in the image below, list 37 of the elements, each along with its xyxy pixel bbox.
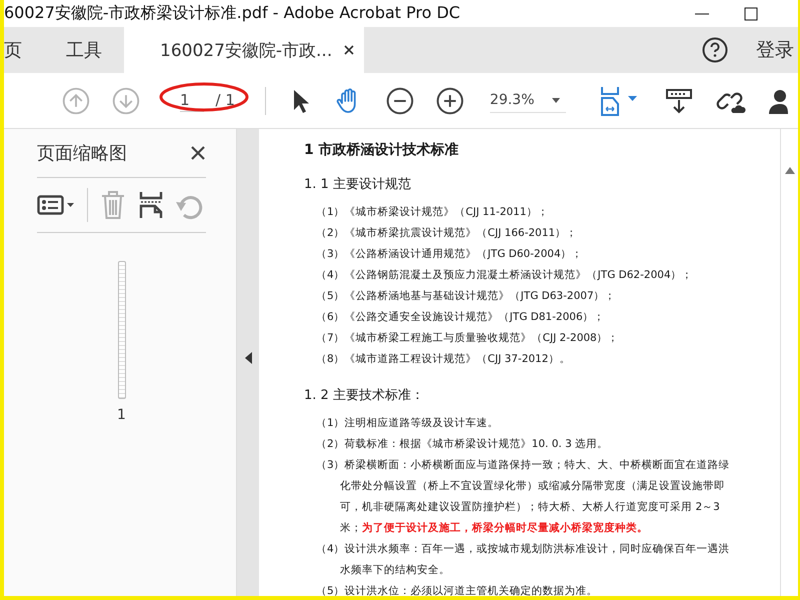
options-icon[interactable]	[37, 193, 75, 217]
tab[interactable]: 工具	[44, 27, 124, 73]
panel-title: 页面缩略图	[37, 142, 127, 165]
page-label: 1	[117, 407, 126, 423]
list-item: （6）《公路交通安全设施设计规范》（JTG D81-2006）；	[316, 310, 606, 325]
page-total: / 1	[216, 91, 235, 109]
list-item: （5）《公路桥涵地基与基础设计规范》（JTG D63-2007）；	[316, 289, 617, 304]
caret-icon	[552, 98, 560, 102]
list-item: （8）《城市道路工程设计规范》（CJJ 37-2012）。	[316, 352, 572, 367]
maximize-icon[interactable]	[744, 6, 758, 20]
sign-in-link[interactable]: 登录	[756, 37, 794, 63]
list-item: （4）《公路钢筋混凝土及预应力混凝土桥涵设计规范》（JTG D62-2004）；	[316, 268, 694, 283]
scroll-up-icon[interactable]	[784, 167, 794, 174]
list-item: （1）《城市桥梁设计规范》（CJJ 11-2011）；	[316, 205, 550, 220]
tab[interactable]: 160027安徽院-市政...	[124, 27, 344, 73]
list-item: （4）设计洪水频率：百年一遇，或按城市规划防洪标准设计，同时应确保百年一遇洪水频率下的结构安全。	[316, 542, 731, 578]
list-item: （3）桥梁横断面：小桥横断面应与道路保持一致；特大、大、中桥横断面宜在道路绿化带处分幅设置（桥上不宜设置绿化带）或缩减分隔带宽度（满足设置设施带即可，机非硬隔离处建议设置防撞护栏）；特大桥、大桥人行道宽度可采用 2～3 米；为了便于设计及施工，桥梁分幅时尽量减小桥梁宽度种类。	[316, 458, 731, 536]
insert-page-icon[interactable]	[138, 190, 164, 220]
zoom-dropdown[interactable]: 29.3%	[490, 88, 566, 113]
list-item: （5）设计洪水位：必须以河道主管机关确定的数据为准。	[316, 584, 599, 596]
document-heading: 1 市政桥涵设计技术标准	[304, 141, 460, 159]
tab[interactable]: 页	[4, 27, 44, 73]
help-icon[interactable]	[702, 37, 728, 63]
list-item: （3）《公路桥涵设计通用规范》（JTG D60-2004）；	[316, 247, 584, 262]
section-heading: 1. 2 主要技术标准：	[304, 387, 425, 404]
list-item: （1）注明相应道路等级及设计车速。	[316, 416, 500, 431]
window-title: 60027安徽院-市政桥梁设计标准.pdf - Adobe Acrobat Pro DC	[4, 3, 462, 24]
close-icon[interactable]	[190, 145, 206, 161]
section-heading: 1. 1 主要设计规范	[304, 176, 412, 193]
collapse-icon[interactable]	[244, 352, 252, 364]
page-thumbnail[interactable]	[118, 261, 126, 399]
list-item: （7）《城市桥梁工程施工与质量验收规范》（CJJ 2-2008）；	[316, 331, 620, 346]
zoom-in-icon[interactable]	[436, 86, 464, 114]
page-number-field[interactable]: 1	[180, 89, 204, 112]
list-item: （2）荷载标准：根据《城市桥梁设计规范》10. 0. 3 选用。	[316, 437, 610, 452]
list-item: （2）《城市桥梁抗震设计规范》（CJJ 166-2011）；	[316, 226, 578, 241]
zoom-out-icon[interactable]	[386, 86, 414, 114]
